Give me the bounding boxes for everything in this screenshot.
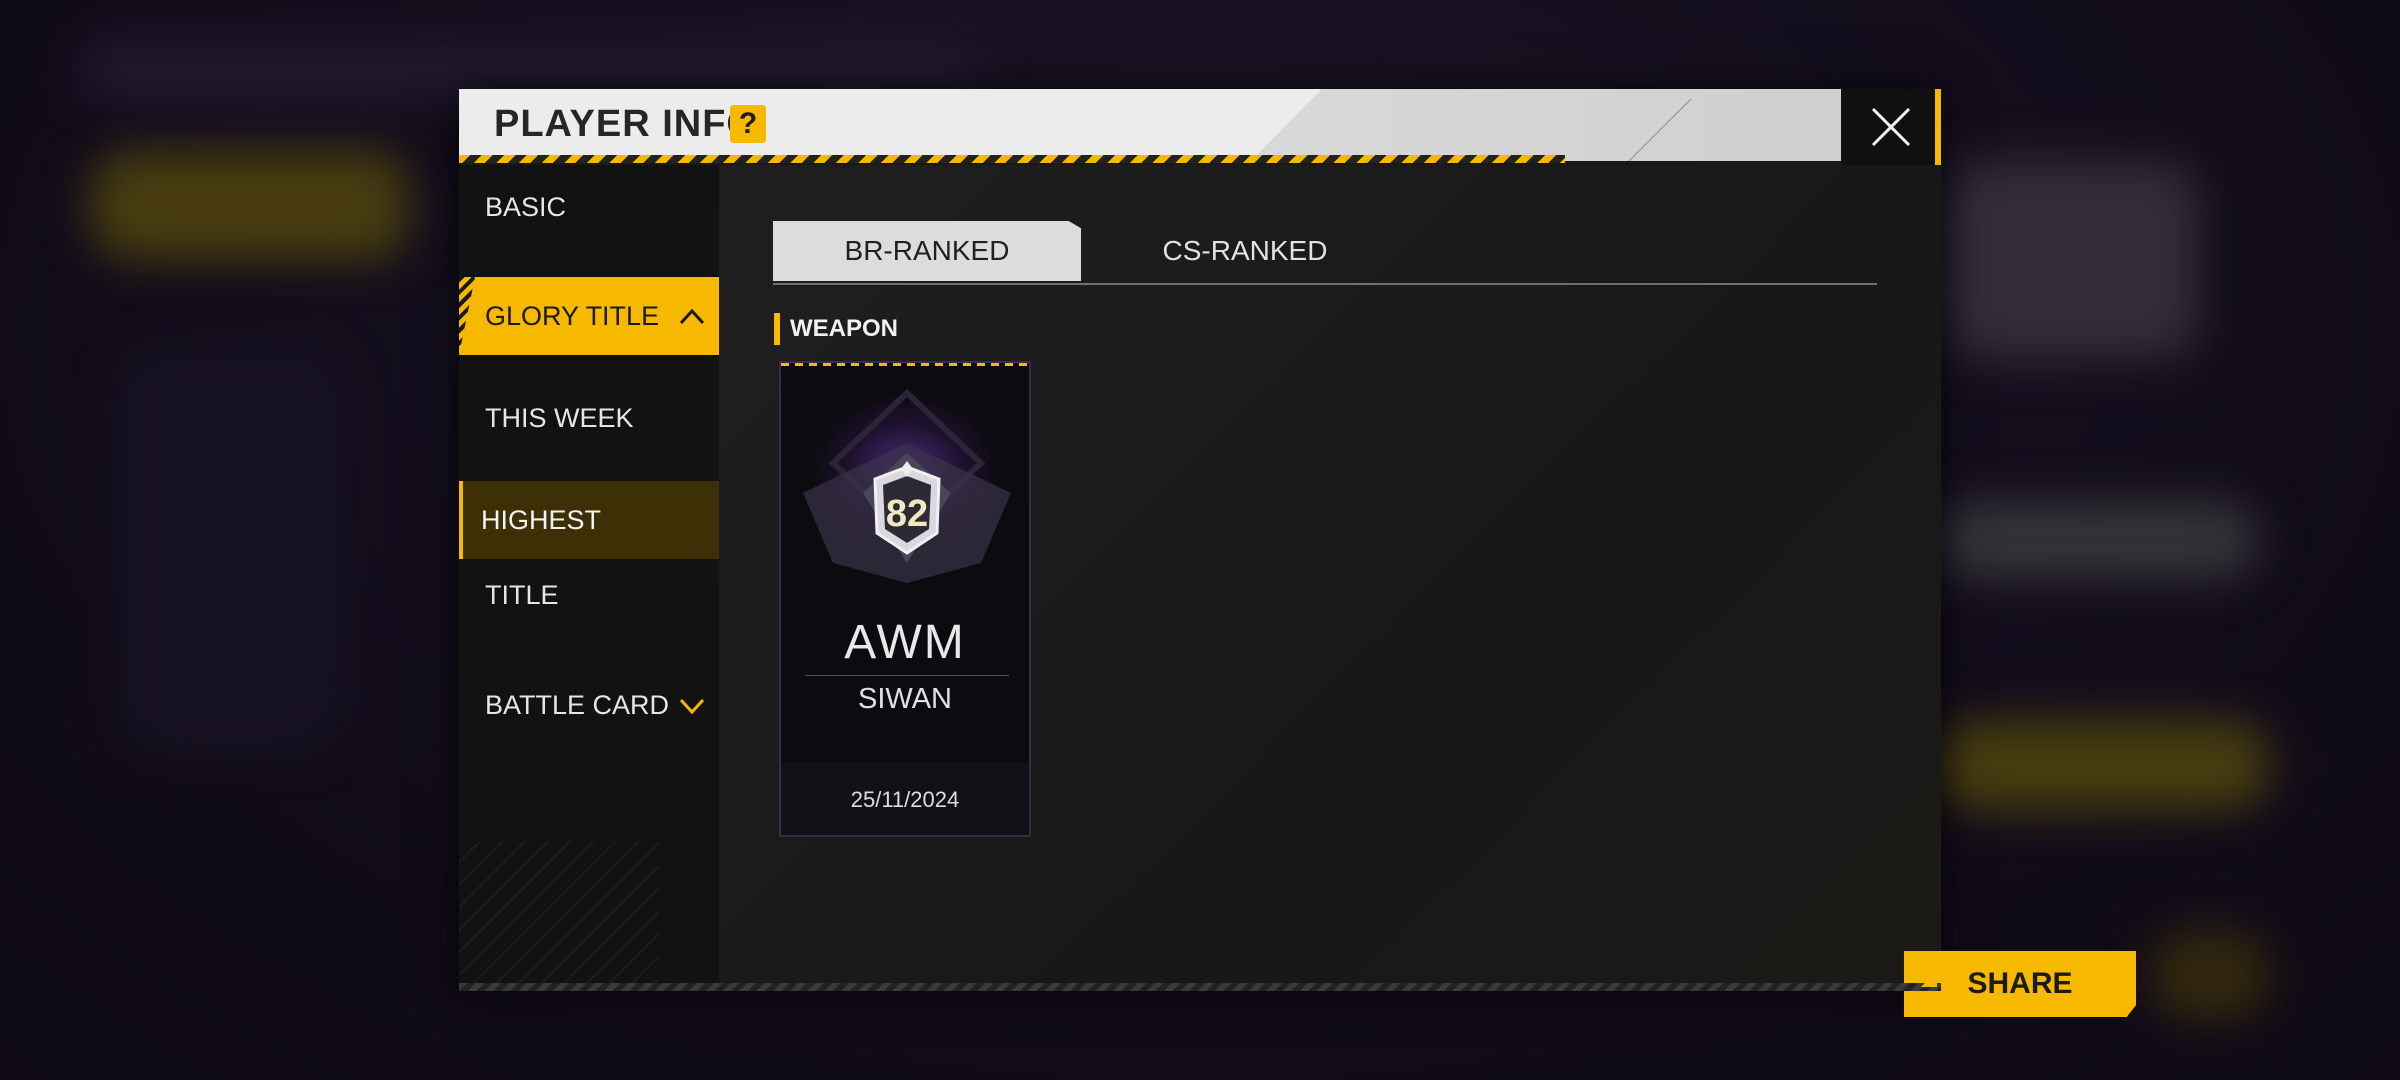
sidebar-item-basic[interactable]: BASIC [459, 168, 719, 246]
sidebar-item-label: GLORY TITLE [485, 301, 660, 331]
card-weapon-name: AWM [844, 616, 966, 669]
chevron-down-icon [677, 666, 707, 776]
sidebar-item-label: BASIC [485, 192, 567, 222]
tab-br-ranked[interactable]: BR-RANKED [773, 221, 1081, 281]
sidebar-item-label: HIGHEST [481, 505, 602, 535]
weapon-glory-card[interactable]: 82 AWM SIWAN 25/11/2024 [779, 361, 1031, 837]
card-divider [805, 675, 1009, 676]
sidebar: BASIC GLORY TITLE THIS WEEK HIGHEST TITL… [459, 165, 719, 991]
card-date: 25/11/2024 [850, 787, 960, 812]
sidebar-item-label: THIS WEEK [485, 403, 634, 433]
sidebar-item-label: TITLE [485, 580, 559, 610]
eagle-badge-icon: 82 [803, 388, 1011, 583]
close-button[interactable] [1841, 89, 1941, 165]
sidebar-decoration [459, 841, 659, 991]
player-info-dialog: PLAYER INFO ? BASIC GLORY TITLE THIS WEE… [459, 89, 2136, 1017]
sidebar-item-highest[interactable]: HIGHEST [459, 481, 719, 559]
section-weapon-title: WEAPON [774, 313, 898, 345]
sidebar-item-glory-title[interactable]: GLORY TITLE [459, 277, 719, 355]
sidebar-item-title[interactable]: TITLE [459, 556, 719, 634]
hazard-stripe [459, 155, 1565, 163]
sidebar-item-this-week[interactable]: THIS WEEK [459, 379, 719, 457]
chevron-up-icon [677, 277, 707, 387]
sidebar-item-battle-card[interactable]: BATTLE CARD [459, 666, 719, 744]
question-mark-icon[interactable]: ? [730, 105, 766, 143]
dialog-header: PLAYER INFO ? [459, 89, 1841, 161]
close-stripe [1935, 89, 1941, 165]
dialog-title: PLAYER INFO [494, 103, 757, 145]
sidebar-item-label: BATTLE CARD [485, 690, 670, 720]
bottom-hazard-stripe [459, 983, 1941, 991]
card-dashed-border [781, 363, 1029, 366]
main-panel: BR-RANKED CS-RANKED WEAPON 82 AWM SIWAN … [719, 165, 2136, 1017]
tab-cs-ranked[interactable]: CS-RANKED [1091, 221, 1399, 281]
ranked-tabs: BR-RANKED CS-RANKED [773, 221, 1877, 285]
badge-number: 82 [886, 493, 928, 535]
card-player-name: SIWAN [858, 683, 952, 715]
close-icon [1871, 107, 1911, 147]
